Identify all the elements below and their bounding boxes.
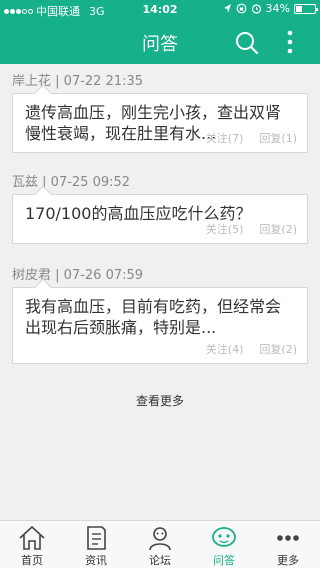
location-icon [223, 4, 231, 13]
question-card[interactable]: 遗传高血压，刚生完小孩，查出双肾慢性衰竭，现在肚里有水... 关注(7) 回复(… [12, 84, 308, 153]
question-card[interactable]: 170/100的高血压应吃什么药？ 关注(5) 回复(2) [12, 185, 308, 244]
tab-label: 首页 [21, 554, 43, 567]
tab-label: 问答 [213, 554, 235, 567]
alarm-icon [251, 4, 261, 14]
home-icon [19, 525, 45, 550]
reply-count: 回复(1) [259, 132, 297, 145]
question-date: 07-22 21:35 [63, 74, 144, 89]
reply-count: 回复(2) [259, 343, 297, 356]
tab-news[interactable]: 资讯 [64, 521, 128, 568]
reply-count: 回复(2) [259, 223, 297, 236]
question-content: 我有高血压，目前有吃药，但经常会出现右后颈胀痛，特别是... [25, 297, 282, 337]
follow-count: 关注(4) [205, 343, 244, 356]
tab-label: 资讯 [85, 554, 107, 567]
news-icon [87, 526, 106, 550]
orientation-lock-icon [236, 3, 246, 14]
question-author: 瓦兹 [12, 175, 39, 190]
question-card[interactable]: 我有高血压，目前有吃药，但经常会出现右后颈胀痛，特别是... 关注(4) 回复(… [12, 278, 308, 364]
tab-more[interactable]: 更多 [256, 521, 320, 568]
qa-icon [212, 527, 236, 547]
tab-qa[interactable]: 问答 [192, 521, 256, 568]
nav-bar: 问答 [0, 20, 320, 64]
page-title: 问答 [142, 34, 178, 55]
tab-label: 更多 [277, 554, 299, 567]
battery-percent: 34% [265, 2, 290, 15]
more-options-icon[interactable] [280, 28, 300, 56]
load-more-button[interactable]: 查看更多 [0, 392, 320, 409]
question-date: 07-25 09:52 [50, 175, 131, 190]
question-meta: 瓦兹 | 07-25 09:52 [12, 175, 131, 190]
tab-label: 论坛 [149, 554, 171, 567]
question-meta: 岸上花 | 07-22 21:35 [12, 74, 144, 89]
top-bar: 中国联通 3G 14:02 34% 问答 [0, 0, 320, 64]
question-meta: 树皮君 | 07-26 07:59 [12, 268, 144, 283]
battery-icon [294, 3, 318, 14]
follow-count: 关注(7) [205, 132, 244, 145]
follow-count: 关注(5) [205, 223, 244, 236]
more-icon [277, 535, 299, 541]
search-icon[interactable] [234, 30, 260, 56]
status-bar: 中国联通 3G 14:02 34% [0, 0, 320, 20]
question-date: 07-26 07:59 [63, 268, 144, 283]
forum-icon [149, 527, 171, 551]
tab-home[interactable]: 首页 [0, 521, 64, 568]
tab-forum[interactable]: 论坛 [128, 521, 192, 568]
tab-bar: 首页 资讯 论坛 问答 更多 [0, 520, 320, 568]
